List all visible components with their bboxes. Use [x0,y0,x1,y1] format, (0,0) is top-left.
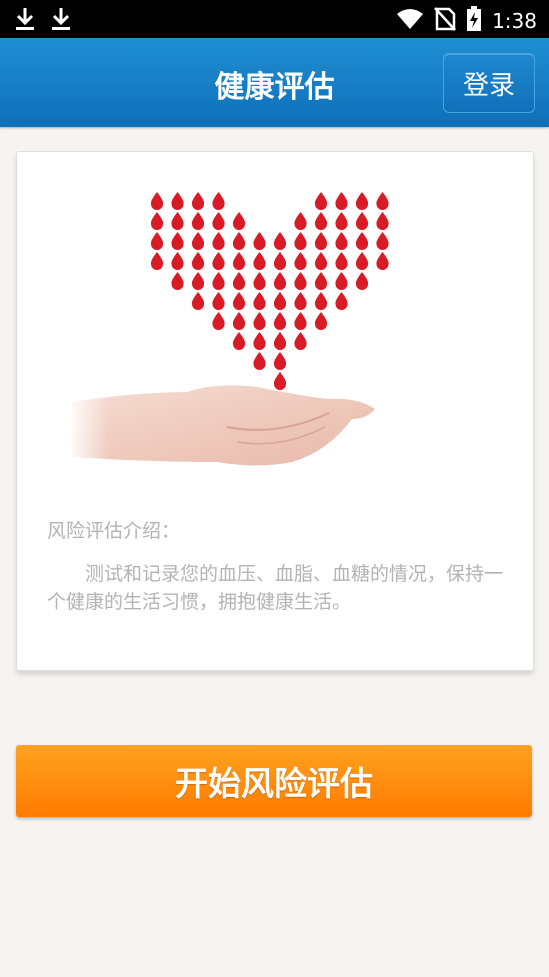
blood-drop [232,332,246,350]
blood-drop [232,312,246,330]
login-button[interactable]: 登录 [443,53,535,113]
blood-drop [355,252,369,270]
download-icon [50,6,72,36]
no-sim-icon [434,7,457,35]
intro-description: 测试和记录您的血压、血脂、血糖的情况，保持一个健康的生活习惯，拥抱健康生活。 [47,563,504,613]
blood-drop [335,252,348,270]
blood-drop [171,192,184,210]
blood-drop [273,332,287,350]
blood-drop [355,192,369,210]
blood-drop [191,272,205,290]
blood-drop [212,272,225,290]
blood-drop [376,212,389,230]
blood-drop [355,212,369,230]
blood-drop [335,232,348,250]
blood-drop [294,292,307,310]
blood-drop-heart [150,192,389,390]
blood-drop [314,252,328,270]
app-header: 健康评估 登录 [0,38,549,127]
battery-charging-icon [466,6,482,36]
blood-drop [355,272,369,290]
blood-drop [294,272,307,290]
blood-drop [191,192,205,210]
status-time: 1:38 [492,9,537,33]
blood-drop [232,292,246,310]
blood-drop [273,272,287,290]
start-assessment-button[interactable]: 开始风险评估 [16,745,532,817]
blood-drop [314,272,328,290]
blood-drop [273,252,287,270]
blood-drop [212,312,225,330]
blood-drop [150,232,164,250]
blood-drop [314,232,328,250]
blood-drop [294,332,307,350]
blood-drop [232,252,246,270]
blood-drop [232,232,246,250]
blood-drop [150,252,164,270]
blood-drop [294,252,307,270]
blood-drop [355,232,369,250]
blood-drop [253,352,266,370]
status-bar: 1:38 [0,0,549,38]
blood-drop [376,252,389,270]
blood-drop [335,292,348,310]
blood-drop [171,272,184,290]
blood-drop [294,212,307,230]
blood-drop [335,192,348,210]
blood-drop [314,312,328,330]
blood-drop [376,192,389,210]
intro-title: 风险评估介绍： [47,520,181,542]
download-icon [14,6,36,36]
blood-drop [253,332,266,350]
blood-drop [191,292,205,310]
blood-drop [171,252,184,270]
blood-drop [212,292,225,310]
blood-drop [253,232,266,250]
blood-drop [253,292,266,310]
blood-drop [232,212,246,230]
blood-drop [335,272,348,290]
blood-drop [191,232,205,250]
wifi-icon [396,8,424,34]
blood-drop [171,212,184,230]
blood-drop [253,312,266,330]
blood-drop [314,192,328,210]
blood-drop [273,312,287,330]
blood-drop [294,312,307,330]
blood-drop [150,212,164,230]
blood-drop [335,212,348,230]
blood-drop [191,212,205,230]
blood-drop [314,212,328,230]
blood-drop [212,252,225,270]
blood-drop [376,232,389,250]
blood-drop [273,292,287,310]
blood-drop [150,192,164,210]
blood-drop [314,292,328,310]
blood-drop [294,232,307,250]
intro-card: 风险评估介绍： 测试和记录您的血压、血脂、血糖的情况，保持一个健康的生活习惯，拥… [16,151,534,671]
blood-drop [212,192,225,210]
blood-drop [273,232,287,250]
blood-drop [253,252,266,270]
blood-drop [171,232,184,250]
heart-drops-illustration [67,192,389,472]
blood-drop [212,212,225,230]
blood-drop [212,232,225,250]
blood-drop [273,352,287,370]
blood-drop [253,272,266,290]
blood-drop [191,252,205,270]
blood-drop [273,372,287,390]
blood-drop [232,272,246,290]
